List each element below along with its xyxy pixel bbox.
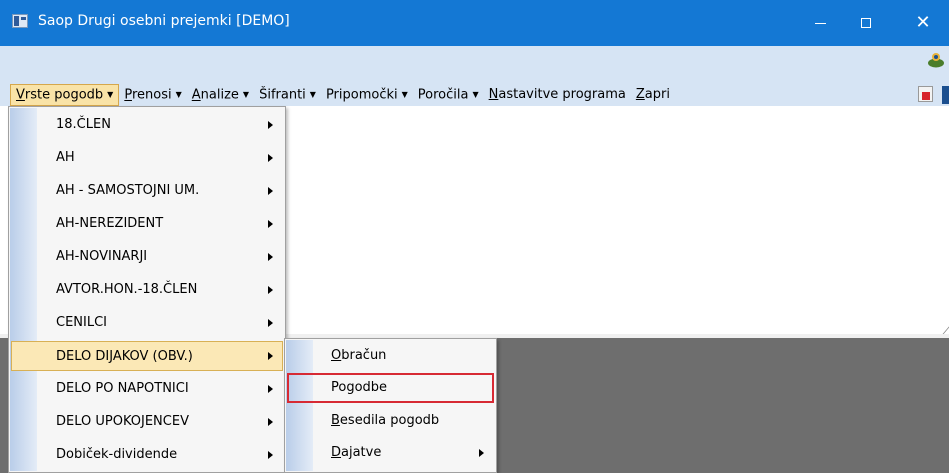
- menu-nastavitve-programa[interactable]: Nastavitve programa: [484, 84, 631, 106]
- window-title: Saop Drugi osebni prejemki [DEMO]: [38, 13, 290, 29]
- submenu-arrow-icon: [268, 385, 273, 393]
- menu-item-delo-dijakov[interactable]: DELO DIJAKOV (OBV.): [11, 341, 283, 371]
- submenu-arrow-icon: [268, 352, 273, 360]
- submenu-arrow-icon: [268, 121, 273, 129]
- pdf-report-icon[interactable]: [918, 86, 933, 102]
- menu-vrste-pogodb[interactable]: Vrste pogodb ▼: [10, 84, 120, 106]
- menu-item-18-clen[interactable]: 18.ČLEN: [11, 110, 283, 140]
- maximize-button[interactable]: [843, 0, 889, 46]
- title-bar: Saop Drugi osebni prejemki [DEMO] ✕: [0, 0, 949, 46]
- menu-item-dajatve[interactable]: Dajatve: [287, 438, 494, 468]
- submenu-arrow-icon: [268, 253, 273, 261]
- submenu-arrow-icon: [268, 418, 273, 426]
- menu-item-obracun[interactable]: Obračun: [287, 341, 494, 371]
- menu-porocila[interactable]: Poročila ▼: [413, 84, 484, 106]
- contract-type-menu: 18.ČLEN AH AH - SAMOSTOJNI UM. AH-NEREZI…: [8, 106, 286, 473]
- menu-item-pogodbe[interactable]: Pogodbe: [287, 373, 494, 403]
- user-icon[interactable]: [927, 52, 945, 68]
- chevron-down-icon: ▼: [242, 90, 250, 99]
- menu-item-dobicek-dividende[interactable]: Dobiček-dividende: [11, 440, 283, 470]
- submenu-arrow-icon: [268, 319, 273, 327]
- chevron-down-icon: ▼: [107, 90, 114, 99]
- submenu-arrow-icon: [268, 451, 273, 459]
- close-button[interactable]: ✕: [900, 0, 946, 46]
- delo-dijakov-submenu: Obračun Pogodbe Besedila pogodb Dajatve: [284, 338, 497, 473]
- app-icon: [12, 14, 28, 28]
- menu-item-besedila-pogodb[interactable]: Besedila pogodb: [287, 406, 494, 436]
- submenu-arrow-icon: [268, 187, 273, 195]
- menu-item-ah-samostojni[interactable]: AH - SAMOSTOJNI UM.: [11, 176, 283, 206]
- toolbar-edge: [942, 86, 949, 104]
- submenu-arrow-icon: [268, 220, 273, 228]
- menu-zapri[interactable]: Zapri: [631, 84, 675, 106]
- menu-item-ah[interactable]: AH: [11, 143, 283, 173]
- menu-prenosi[interactable]: Prenosi ▼: [119, 84, 186, 106]
- chevron-down-icon: ▼: [309, 90, 316, 99]
- close-icon: ✕: [915, 12, 931, 33]
- menu-analize[interactable]: Analize ▼: [187, 84, 254, 106]
- submenu-arrow-icon: [268, 286, 273, 294]
- chevron-down-icon: ▼: [175, 90, 182, 99]
- menu-item-delo-upokojencev[interactable]: DELO UPOKOJENCEV: [11, 407, 283, 437]
- menu-item-avtor-hon[interactable]: AVTOR.HON.-18.ČLEN: [11, 275, 283, 305]
- menu-item-ah-novinarji[interactable]: AH-NOVINARJI: [11, 242, 283, 272]
- submenu-arrow-icon: [268, 154, 273, 162]
- menu-item-delo-po-napotnici[interactable]: DELO PO NAPOTNICI: [11, 374, 283, 404]
- menu-item-cenilci[interactable]: CENILCI: [11, 308, 283, 338]
- minimize-icon: [814, 22, 826, 24]
- menu-item-ah-nerezident[interactable]: AH-NEREZIDENT: [11, 209, 283, 239]
- main-menu: Vrste pogodb ▼ Prenosi ▼ Analize ▼ Šifranti…: [10, 84, 675, 106]
- chevron-down-icon: ▼: [472, 90, 479, 99]
- chevron-down-icon: ▼: [401, 90, 408, 99]
- submenu-arrow-icon: [479, 449, 484, 457]
- menu-sifranti[interactable]: Šifranti ▼: [254, 84, 321, 106]
- maximize-icon: [861, 18, 871, 28]
- menu-pripomocki[interactable]: Pripomočki ▼: [321, 84, 413, 106]
- minimize-button[interactable]: [797, 0, 843, 46]
